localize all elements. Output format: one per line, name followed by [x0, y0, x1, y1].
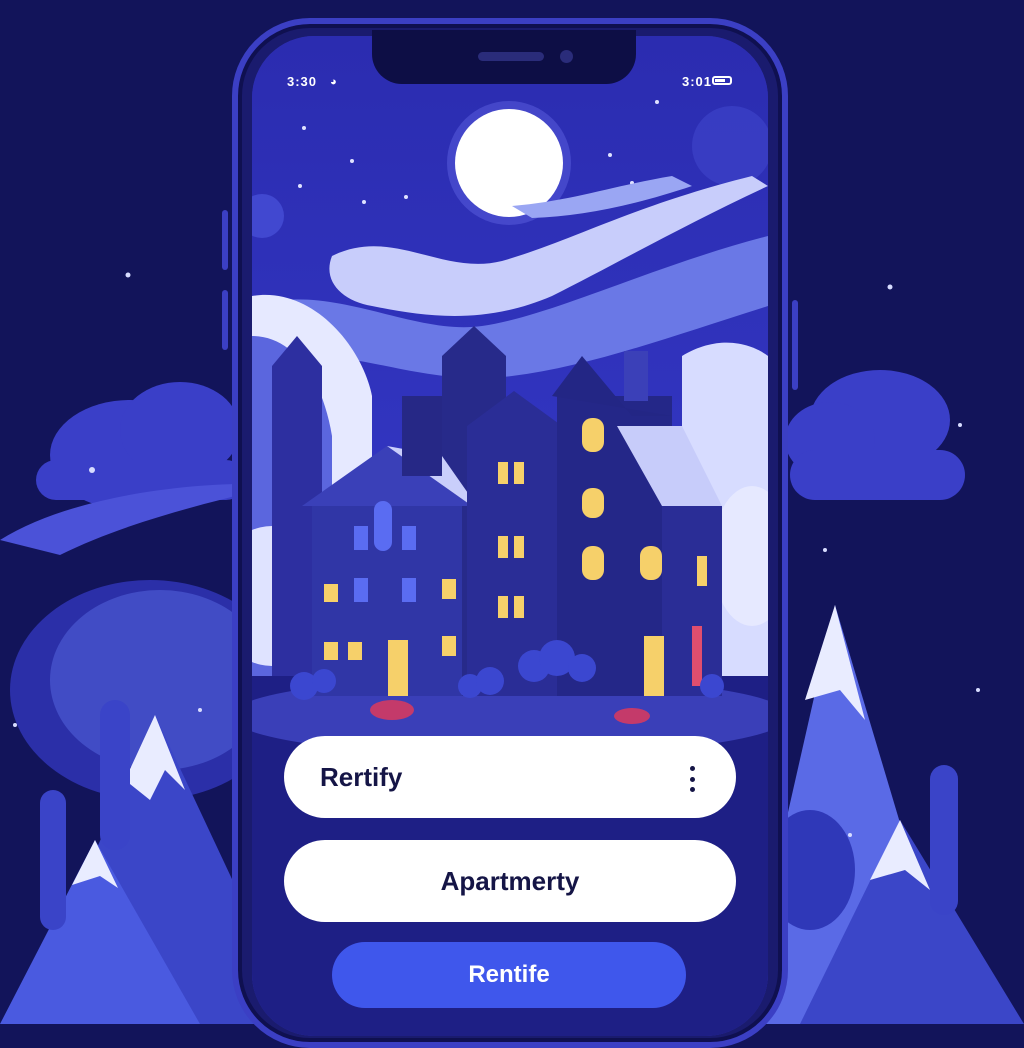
volume-button — [222, 210, 228, 270]
speaker-grille — [478, 52, 544, 61]
battery-icon — [712, 76, 732, 85]
kebab-menu-icon[interactable] — [688, 766, 696, 792]
primary-cta-button[interactable]: Rentife — [332, 942, 686, 1008]
front-camera — [560, 50, 573, 63]
card-title: Rertify — [320, 761, 403, 792]
app-card-rertify[interactable]: Rertify — [284, 736, 736, 818]
volume-button — [222, 290, 228, 350]
card-title: Apartmerty — [440, 865, 580, 896]
status-right-text: 3:01 — [682, 74, 713, 89]
power-button — [792, 300, 798, 390]
status-time: 3:30 — [287, 74, 318, 89]
app-card-apartmerty[interactable]: Apartmerty — [284, 840, 736, 922]
wifi-icon: ◕ — [330, 76, 337, 88]
